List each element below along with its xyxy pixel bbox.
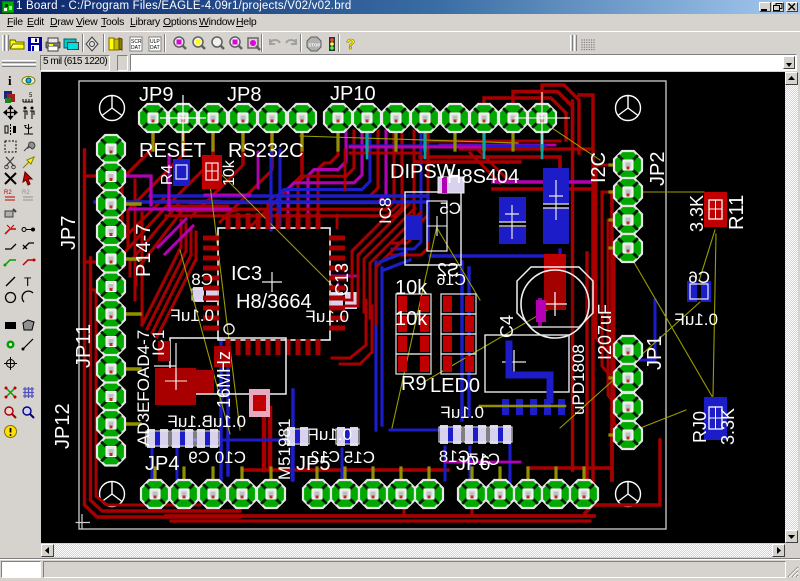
svg-text:C6: C6 xyxy=(688,268,710,287)
svg-text:R4: R4 xyxy=(159,164,176,185)
svg-text:DAT: DAT xyxy=(150,45,160,51)
svg-text:JP4: JP4 xyxy=(145,453,179,475)
svg-text:10k: 10k xyxy=(395,308,428,330)
svg-text:3.3K: 3.3K xyxy=(687,195,707,232)
svg-text:C4: C4 xyxy=(497,315,517,338)
svg-text:C18: C18 xyxy=(439,447,470,466)
svg-text:16MHz: 16MHz xyxy=(214,351,234,408)
svg-text:C10: C10 xyxy=(215,448,246,467)
svg-text:C16: C16 xyxy=(437,272,466,289)
svg-text:I2C: I2C xyxy=(588,152,610,183)
svg-text:T: T xyxy=(24,275,32,289)
svg-text:H8S404: H8S404 xyxy=(447,166,519,188)
svg-text:I207uF: I207uF xyxy=(595,304,615,360)
svg-text:C5: C5 xyxy=(439,199,461,218)
svg-text:0.1uB.1uF: 0.1uB.1uF xyxy=(168,412,246,431)
svg-text:JP1: JP1 xyxy=(644,336,666,370)
svg-text:?: ? xyxy=(346,36,355,53)
svg-text:5: 5 xyxy=(29,93,33,99)
svg-text:0.1uF: 0.1uF xyxy=(675,310,718,329)
svg-text:uPD1808: uPD1808 xyxy=(569,344,588,415)
svg-text:P14-7: P14-7 xyxy=(133,224,155,277)
svg-text:0.1uF: 0.1uF xyxy=(309,425,352,444)
svg-text:10k: 10k xyxy=(395,277,428,299)
svg-text:10k: 10k xyxy=(221,159,238,186)
svg-text:IC3: IC3 xyxy=(231,263,262,285)
svg-text:STOP: STOP xyxy=(308,42,320,47)
svg-text:RS232C: RS232C xyxy=(228,140,304,162)
svg-text:0.1uF: 0.1uF xyxy=(171,306,214,325)
svg-text:JP10: JP10 xyxy=(330,83,376,105)
svg-text:H8/3664: H8/3664 xyxy=(236,291,312,313)
svg-text:C8: C8 xyxy=(191,270,213,289)
svg-text:DAT: DAT xyxy=(131,45,141,51)
svg-text:IC8: IC8 xyxy=(376,198,395,224)
svg-text:0.1uF: 0.1uF xyxy=(306,307,349,326)
svg-text:JP2: JP2 xyxy=(647,152,669,186)
svg-text:M51981: M51981 xyxy=(275,419,294,480)
svg-text:DIPSW: DIPSW xyxy=(390,161,456,183)
svg-text:R9: R9 xyxy=(401,373,427,395)
svg-text:JP11: JP11 xyxy=(73,324,95,368)
svg-text:3.3K: 3.3K xyxy=(718,408,738,445)
svg-text:JP12: JP12 xyxy=(52,403,74,449)
svg-text:C15: C15 xyxy=(344,448,375,467)
svg-text:C12: C12 xyxy=(311,449,340,466)
svg-text:RJ0: RJ0 xyxy=(690,411,710,443)
svg-text:R2: R2 xyxy=(22,190,30,196)
svg-text:JP8: JP8 xyxy=(227,84,261,106)
svg-text:JP7: JP7 xyxy=(58,216,80,250)
svg-text:RESET: RESET xyxy=(139,140,206,162)
svg-text:R2: R2 xyxy=(4,190,12,196)
svg-text:i: i xyxy=(8,73,12,88)
svg-text:C17: C17 xyxy=(469,450,500,469)
svg-text:C9: C9 xyxy=(188,448,210,467)
svg-text:0.1uF: 0.1uF xyxy=(441,403,484,422)
svg-text:R11: R11 xyxy=(726,195,748,230)
svg-text:LED0: LED0 xyxy=(430,375,480,397)
svg-text:IC1: IC1 xyxy=(149,330,168,356)
svg-text:C13: C13 xyxy=(332,263,352,296)
svg-text:JP9: JP9 xyxy=(139,84,173,106)
